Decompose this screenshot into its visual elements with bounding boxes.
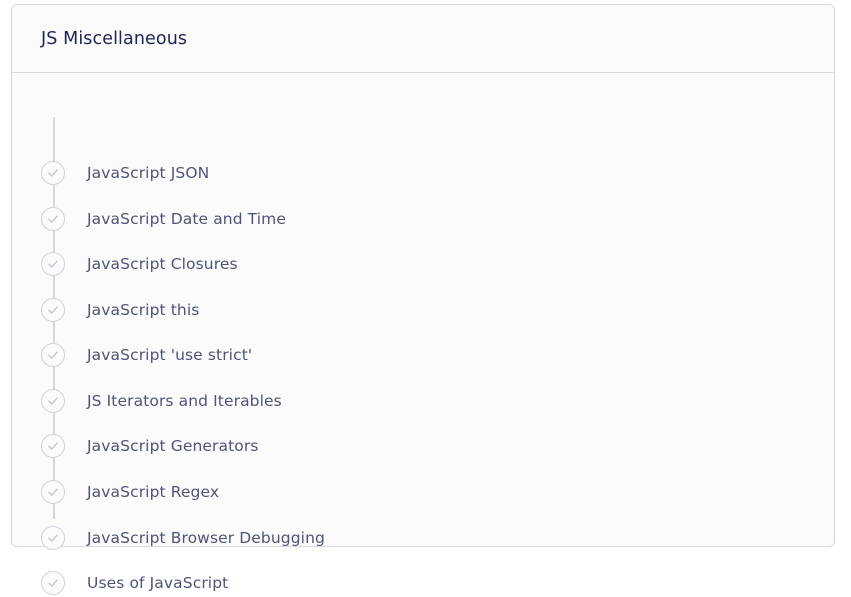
check-circle-icon (41, 434, 65, 458)
lesson-link[interactable]: JavaScript Generators (87, 437, 259, 455)
lesson-link[interactable]: JavaScript Regex (87, 483, 219, 501)
check-circle-icon (41, 343, 65, 367)
lesson-link[interactable]: JS Iterators and Iterables (87, 392, 282, 410)
lesson-link[interactable]: JavaScript this (87, 301, 199, 319)
lesson-link[interactable]: JavaScript Date and Time (87, 210, 286, 228)
check-circle-icon (41, 571, 65, 595)
lesson-link[interactable]: JavaScript Closures (87, 255, 238, 273)
card-header: JS Miscellaneous (12, 5, 834, 73)
check-circle-icon (41, 480, 65, 504)
lesson-link[interactable]: Uses of JavaScript (87, 574, 228, 592)
lesson-link[interactable]: JavaScript JSON (87, 164, 209, 182)
check-circle-icon (41, 389, 65, 413)
lesson-link[interactable]: JavaScript Browser Debugging (87, 529, 325, 547)
check-circle-icon (41, 298, 65, 322)
section-title: JS Miscellaneous (41, 28, 188, 49)
check-circle-icon (41, 207, 65, 231)
check-circle-icon (41, 526, 65, 550)
check-circle-icon (41, 252, 65, 276)
lesson-link[interactable]: JavaScript 'use strict' (87, 346, 252, 364)
check-circle-icon (41, 161, 65, 185)
js-miscellaneous-card: JS Miscellaneous JavaScript JSON JavaScr… (11, 4, 835, 595)
